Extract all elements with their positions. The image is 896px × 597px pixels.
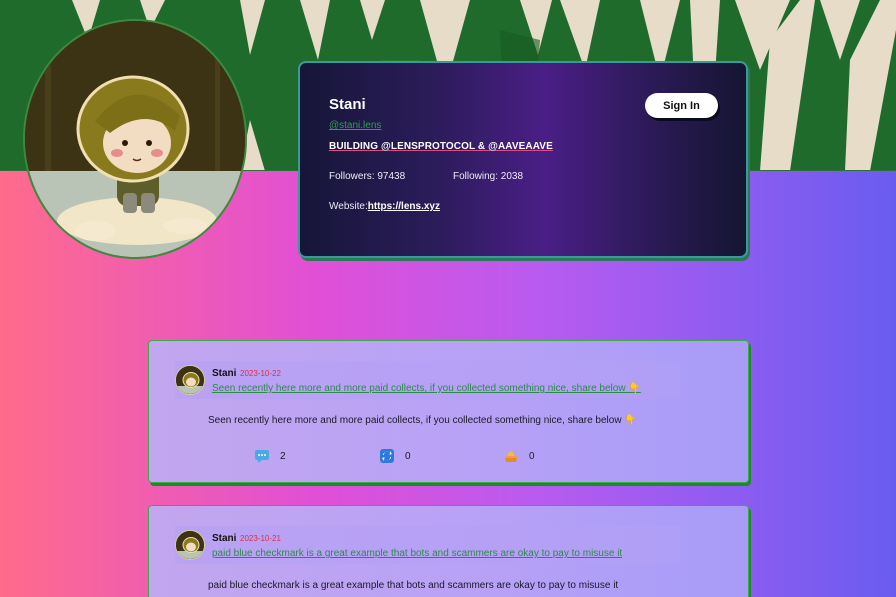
comment-count: 2 — [280, 450, 286, 462]
post-author-avatar[interactable] — [175, 365, 205, 395]
post-header: Stani 2023-10-21 paid blue checkmark is … — [175, 526, 680, 564]
post-body: Seen recently here more and more paid co… — [208, 415, 637, 426]
post-date: 2023-10-22 — [240, 369, 281, 378]
profile-handle-link[interactable]: @stani.lens — [329, 120, 381, 131]
website-row: Website:https://lens.xyz — [329, 201, 440, 212]
collect-count: 0 — [529, 450, 535, 462]
post-author-avatar[interactable] — [175, 530, 205, 560]
mirror-icon — [380, 449, 394, 463]
followers-count: Followers: 97438 — [329, 171, 406, 182]
post-author-name: Stani — [212, 533, 237, 544]
website-link[interactable]: https://lens.xyz — [368, 201, 440, 212]
profile-card: Stani @stani.lens BUILDING @LENSPROTOCOL… — [298, 61, 748, 258]
comment-icon — [255, 450, 269, 463]
following-count: Following: 2038 — [453, 171, 524, 182]
website-label: Website: — [329, 201, 368, 212]
mirror-action[interactable]: 0 — [379, 447, 411, 465]
collect-action[interactable]: 0 — [503, 447, 535, 465]
sign-in-button[interactable]: Sign In — [645, 93, 718, 118]
profile-name: Stani — [329, 96, 366, 113]
post-title-link[interactable]: paid blue checkmark is a great example t… — [212, 548, 622, 559]
post-author-name: Stani — [212, 368, 237, 379]
post-body: paid blue checkmark is a great example t… — [208, 580, 619, 591]
post-header: Stani 2023-10-22 Seen recently here more… — [175, 361, 680, 399]
comment-action[interactable]: 2 — [254, 447, 286, 465]
post-card: Stani 2023-10-21 paid blue checkmark is … — [148, 505, 749, 597]
post-title-link[interactable]: Seen recently here more and more paid co… — [212, 383, 641, 394]
avatar-illustration — [25, 21, 245, 257]
post-card: Stani 2023-10-22 Seen recently here more… — [148, 340, 749, 483]
avatar-thumbnail — [176, 531, 204, 559]
profile-bio: BUILDING @LENSPROTOCOL & @AAVEAAVE — [329, 141, 553, 152]
profile-avatar — [23, 19, 247, 259]
mirror-count: 0 — [405, 450, 411, 462]
post-date: 2023-10-21 — [240, 534, 281, 543]
avatar-thumbnail — [176, 366, 204, 394]
collect-icon — [505, 452, 517, 462]
